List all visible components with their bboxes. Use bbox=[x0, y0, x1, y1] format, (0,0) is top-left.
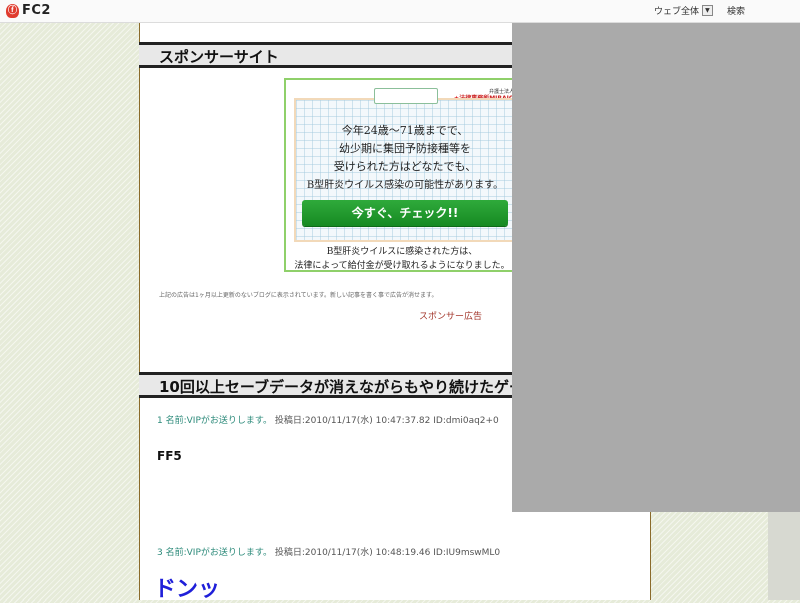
comment-meta: 1 名前:VIPがお送りします。 投稿日:2010/11/17(水) 10:47… bbox=[157, 413, 499, 426]
fc2-logo[interactable]: ⓕ FC2 bbox=[6, 3, 51, 18]
ad-banner[interactable]: 弁護士法人 ★法律事務所MIRAIO 今年24歳〜71歳までで、 幼少期に集団予… bbox=[284, 78, 520, 272]
ad-line: B型肝炎ウイルス感染の可能性があります。 bbox=[306, 180, 504, 191]
ad-message-panel: 今年24歳〜71歳までで、 幼少期に集団予防接種等を 受けられた方はどなたでも、… bbox=[294, 88, 516, 242]
article-title: 10回以上セーブデータが消えながらもやり続けたゲーム bbox=[159, 378, 539, 396]
comment-number: 3 bbox=[157, 548, 163, 558]
ad-footer-line: B型肝炎ウイルスに感染された方は、 bbox=[326, 247, 478, 257]
fc2-logo-icon: ⓕ bbox=[6, 3, 19, 18]
search-scope-label: ウェブ全体 bbox=[653, 7, 699, 17]
comment-number: 1 bbox=[157, 416, 163, 426]
search-button[interactable]: 検索 bbox=[727, 4, 745, 17]
overlay-panel bbox=[512, 0, 800, 512]
ad-line: 受けられた方はどなたでも、 bbox=[333, 160, 477, 173]
comment-author[interactable]: 名前:VIPがお送りします。 bbox=[166, 416, 272, 426]
comment-author[interactable]: 名前:VIPがお送りします。 bbox=[166, 548, 272, 558]
ad-notice: 上記の広告は1ヶ月以上更新のないブログに表示されています。新しい記事を書く事で広… bbox=[159, 292, 438, 299]
fc2-toolbar: ⓕ FC2 ウェブ全体 ▼ 検索 bbox=[0, 0, 800, 23]
search-bar: ウェブ全体 ▼ 検索 bbox=[654, 4, 745, 17]
overlay-strip bbox=[768, 512, 800, 600]
chevron-down-icon[interactable]: ▼ bbox=[701, 5, 713, 16]
ad-line: 幼少期に集団予防接種等を bbox=[339, 142, 471, 155]
comment-date: 投稿日:2010/11/17(水) 10:47:37.82 ID:dmi0aq2… bbox=[274, 416, 499, 426]
sponsor-ad-link[interactable]: スポンサー広告 bbox=[419, 309, 482, 322]
comment-meta: 3 名前:VIPがお送りします。 投稿日:2010/11/17(水) 10:48… bbox=[157, 545, 500, 558]
ad-check-button[interactable]: 今すぐ、チェック!! bbox=[302, 200, 508, 226]
comment-body: FF5 bbox=[157, 449, 182, 463]
comment-date: 投稿日:2010/11/17(水) 10:48:19.46 ID:IU9mswM… bbox=[274, 548, 501, 558]
fc2-logo-text: FC2 bbox=[22, 3, 51, 18]
search-scope-select[interactable]: ウェブ全体 ▼ bbox=[654, 4, 713, 17]
ad-footer-line: 法律によって給付金が受け取れるようになりました。 bbox=[294, 261, 510, 271]
ad-line: 今年24歳〜71歳までで、 bbox=[341, 124, 469, 137]
ribbon-icon bbox=[374, 88, 438, 104]
comment-body: ドンッ bbox=[154, 577, 221, 602]
sponsor-heading: スポンサーサイト bbox=[159, 48, 279, 66]
